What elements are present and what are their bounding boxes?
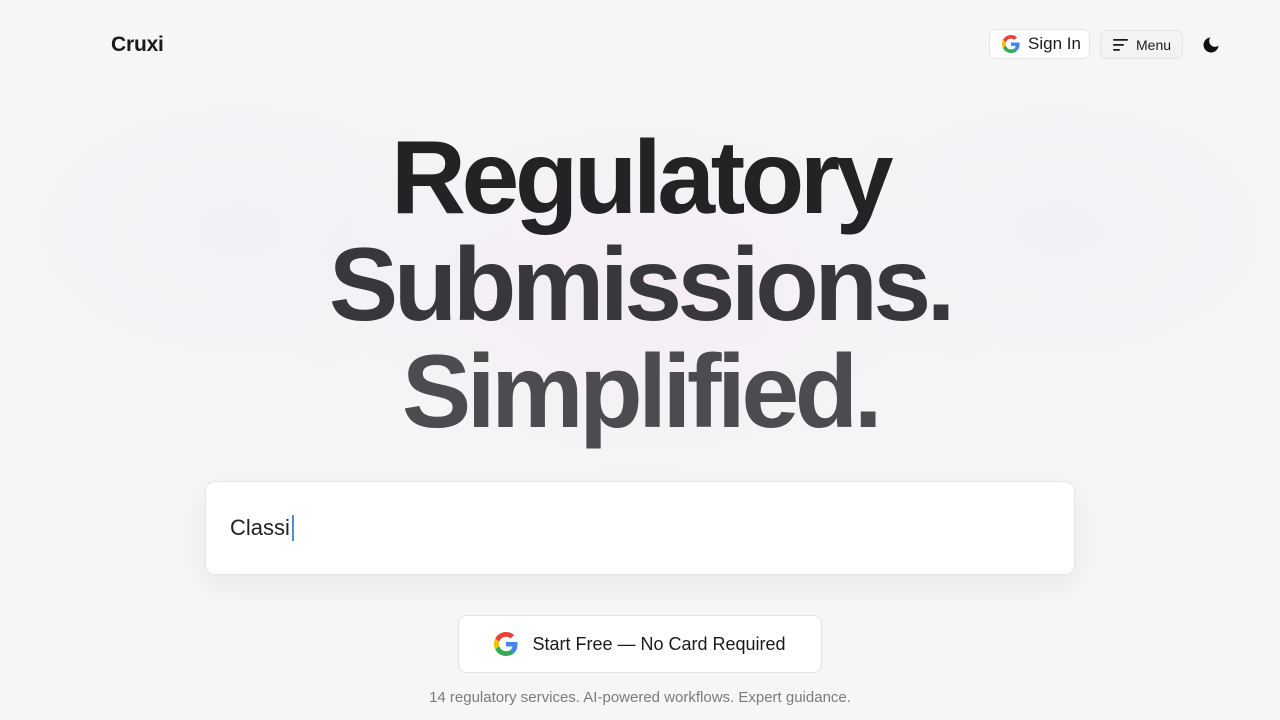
theme-toggle-button[interactable]: [1199, 33, 1223, 57]
start-free-label: Start Free — No Card Required: [532, 633, 786, 654]
start-free-button[interactable]: Start Free — No Card Required: [458, 615, 822, 673]
hero-line-1: Regulatory: [390, 120, 894, 236]
prompt-input-value: Classi: [230, 515, 290, 540]
menu-label: Menu: [1136, 36, 1172, 53]
menu-button[interactable]: Menu: [1100, 30, 1183, 59]
moon-icon: [1201, 35, 1221, 55]
sign-in-button[interactable]: Sign In: [989, 29, 1090, 59]
hero-line-2: Submissions.: [328, 227, 956, 343]
site-logo[interactable]: Cruxi: [111, 33, 164, 57]
hero-headline: Regulatory Submissions. Simplified.: [0, 125, 1280, 446]
text-caret: [291, 515, 294, 541]
tagline: 14 regulatory services. AI-powered workf…: [429, 689, 851, 706]
menu-lines-icon: [1113, 38, 1129, 52]
prompt-input[interactable]: Classi: [205, 481, 1075, 575]
hero-line-3: Simplified.: [401, 334, 883, 450]
google-icon: [1002, 35, 1020, 53]
google-icon: [494, 632, 518, 656]
sign-in-label: Sign In: [1028, 34, 1081, 53]
